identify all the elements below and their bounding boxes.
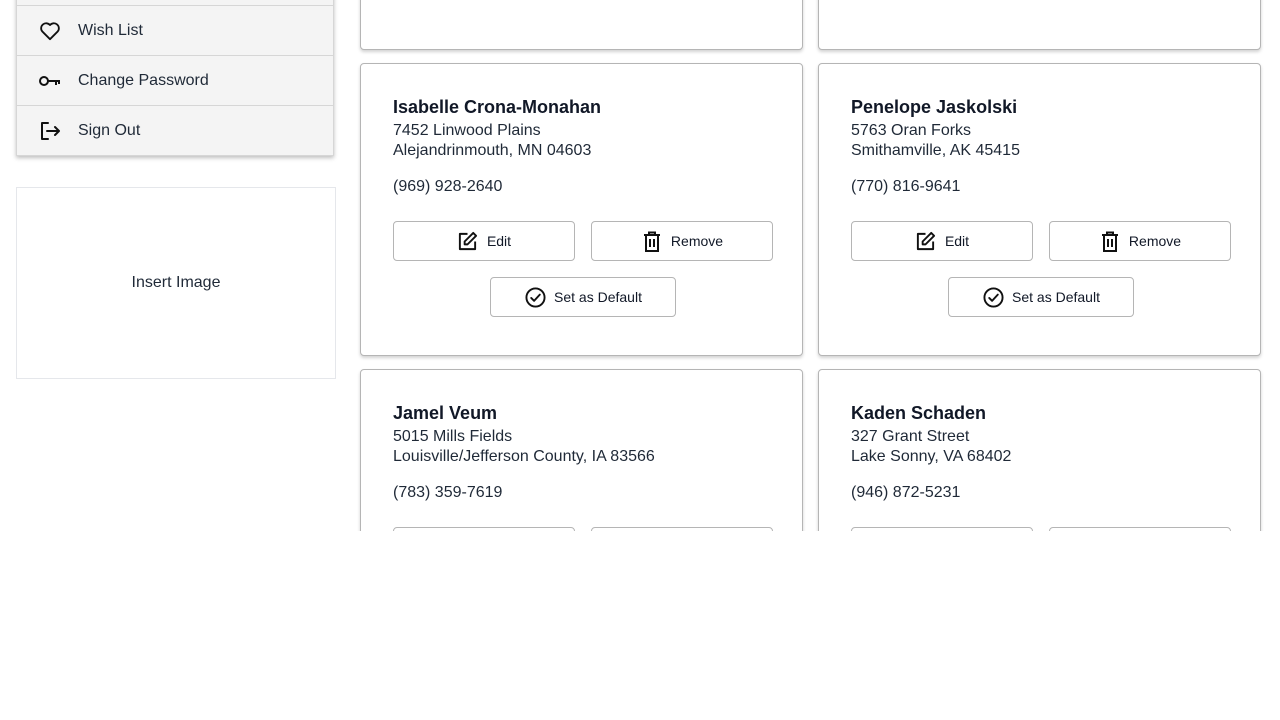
set-default-label: Set as Default bbox=[1012, 289, 1100, 305]
viewport: Wish List Change Password Sign Out Inser… bbox=[0, 0, 1280, 720]
edit-button[interactable] bbox=[851, 527, 1033, 531]
address-street: 5015 Mills Fields bbox=[393, 428, 513, 445]
remove-button[interactable]: Remove bbox=[591, 221, 773, 261]
sidebar-item-wish-list[interactable]: Wish List bbox=[16, 5, 334, 56]
address-phone: (946) 872-5231 bbox=[851, 484, 961, 501]
set-default-button[interactable]: Set as Default bbox=[948, 277, 1134, 317]
remove-label: Remove bbox=[670, 233, 724, 249]
address-card: Jamel Veum 5015 Mills Fields Louisville/… bbox=[360, 369, 803, 531]
address-city-line: Smithamville, AK 45415 bbox=[851, 142, 1020, 159]
trash-icon bbox=[1099, 230, 1121, 252]
check-circle-icon bbox=[524, 286, 546, 308]
address-name: Jamel Veum bbox=[393, 403, 498, 423]
remove-button[interactable] bbox=[591, 527, 773, 531]
edit-button[interactable] bbox=[393, 527, 575, 531]
address-card-partial bbox=[360, 0, 803, 50]
heart-icon bbox=[38, 19, 62, 43]
address-street: 7452 Linwood Plains bbox=[393, 122, 541, 139]
insert-image-placeholder[interactable]: Insert Image bbox=[16, 187, 336, 379]
address-phone: (783) 359-7619 bbox=[393, 484, 503, 501]
address-name: Kaden Schaden bbox=[851, 403, 987, 423]
address-phone: (770) 816-9641 bbox=[851, 178, 961, 195]
sidebar-item-label: Sign Out bbox=[78, 121, 141, 139]
remove-button[interactable] bbox=[1049, 527, 1231, 531]
sidebar-item-label: Change Password bbox=[78, 71, 209, 89]
edit-button[interactable]: Edit bbox=[851, 221, 1033, 261]
address-card: Kaden Schaden 327 Grant Street Lake Sonn… bbox=[818, 369, 1261, 531]
trash-icon bbox=[641, 230, 663, 252]
scroll-content: Wish List Change Password Sign Out Inser… bbox=[0, 0, 1280, 531]
address-card: Isabelle Crona-Monahan 7452 Linwood Plai… bbox=[360, 63, 803, 356]
address-name: Penelope Jaskolski bbox=[851, 97, 1018, 117]
edit-button[interactable]: Edit bbox=[393, 221, 575, 261]
set-default-label: Set as Default bbox=[554, 289, 642, 305]
insert-image-label: Insert Image bbox=[131, 274, 221, 291]
sign-out-icon bbox=[38, 119, 62, 143]
sidebar-item-label: Wish List bbox=[78, 21, 143, 39]
address-card-partial bbox=[818, 0, 1261, 50]
account-sidebar-menu: Wish List Change Password Sign Out bbox=[16, 0, 334, 156]
edit-icon bbox=[915, 230, 937, 252]
address-city-line: Alejandrinmouth, MN 04603 bbox=[393, 142, 592, 159]
set-default-button[interactable]: Set as Default bbox=[490, 277, 676, 317]
address-city-line: Lake Sonny, VA 68402 bbox=[851, 448, 1012, 465]
edit-icon bbox=[457, 230, 479, 252]
edit-label: Edit bbox=[944, 233, 970, 249]
address-name: Isabelle Crona-Monahan bbox=[393, 97, 602, 117]
remove-label: Remove bbox=[1128, 233, 1182, 249]
address-street: 327 Grant Street bbox=[851, 428, 970, 445]
address-city-line: Louisville/Jefferson County, IA 83566 bbox=[393, 448, 655, 465]
address-card: Penelope Jaskolski 5763 Oran Forks Smith… bbox=[818, 63, 1261, 356]
sidebar-item-change-password[interactable]: Change Password bbox=[16, 55, 334, 106]
check-circle-icon bbox=[982, 286, 1004, 308]
edit-label: Edit bbox=[486, 233, 512, 249]
sidebar-item-sign-out[interactable]: Sign Out bbox=[16, 105, 334, 156]
address-phone: (969) 928-2640 bbox=[393, 178, 503, 195]
address-street: 5763 Oran Forks bbox=[851, 122, 972, 139]
key-icon bbox=[38, 69, 62, 93]
remove-button[interactable]: Remove bbox=[1049, 221, 1231, 261]
